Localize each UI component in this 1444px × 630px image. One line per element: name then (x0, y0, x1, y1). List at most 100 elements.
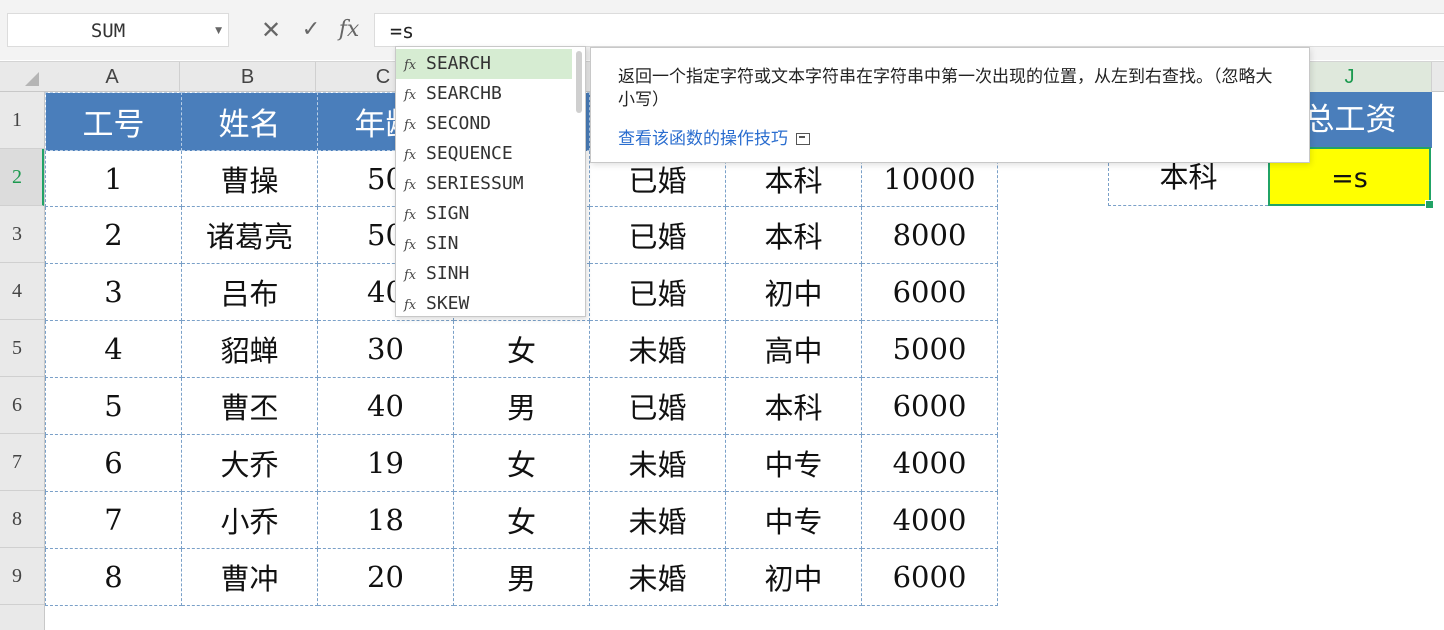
chevron-down-icon[interactable]: ▼ (215, 14, 222, 48)
row-header-2[interactable]: 2 (0, 149, 44, 206)
cell[interactable]: 3 (45, 263, 182, 321)
cell[interactable]: 18 (317, 491, 454, 549)
autocomplete-item[interactable]: fx SERIESSUM (396, 169, 572, 199)
row-header-4[interactable]: 4 (0, 263, 44, 320)
cell[interactable]: 曹冲 (181, 548, 318, 606)
function-icon: fx (404, 298, 417, 313)
table-row: 5 曹丕 40 男 已婚 本科 6000 (45, 377, 998, 435)
cell[interactable]: 6000 (861, 377, 998, 435)
confirm-icon[interactable]: ✓ (298, 14, 324, 46)
name-box-value: SUM (90, 20, 126, 42)
cell[interactable]: 已婚 (589, 206, 726, 264)
cell[interactable]: 大乔 (181, 434, 318, 492)
cell[interactable]: 曹丕 (181, 377, 318, 435)
function-icon: fx (404, 208, 417, 223)
cell[interactable]: 女 (453, 320, 590, 378)
autocomplete-item[interactable]: fx SECOND (396, 109, 572, 139)
cell[interactable]: 19 (317, 434, 454, 492)
autocomplete-item-label: SEARCHB (426, 83, 502, 104)
formula-input[interactable]: =s (374, 13, 1444, 47)
autocomplete-item-label: SEARCH (426, 53, 492, 74)
autocomplete-item-label: SEQUENCE (426, 143, 513, 164)
cell[interactable]: 6000 (861, 263, 998, 321)
cell[interactable]: 已婚 (589, 263, 726, 321)
cell[interactable]: 高中 (725, 320, 862, 378)
cell[interactable]: 初中 (725, 548, 862, 606)
function-icon: fx (404, 238, 417, 253)
autocomplete-item[interactable]: fx SIGN (396, 199, 572, 229)
cell[interactable]: 8000 (861, 206, 998, 264)
cell[interactable]: 中专 (725, 434, 862, 492)
active-cell-value: =s (1331, 163, 1368, 194)
autocomplete-item[interactable]: fx SEARCH (396, 49, 572, 79)
name-box[interactable]: SUM ▼ (7, 13, 229, 47)
cell[interactable]: 貂蝉 (181, 320, 318, 378)
autocomplete-item-label: SIN (426, 233, 459, 254)
cell[interactable]: 5 (45, 377, 182, 435)
cell[interactable]: 4000 (861, 434, 998, 492)
formula-input-value: =s (390, 19, 415, 43)
header-cell[interactable]: 工号 (45, 92, 182, 151)
cell[interactable]: 未婚 (589, 491, 726, 549)
cell[interactable]: 初中 (725, 263, 862, 321)
cell[interactable]: 5000 (861, 320, 998, 378)
function-tips-link-label: 查看该函数的操作技巧 (618, 129, 788, 149)
table-row: 7 小乔 18 女 未婚 中专 4000 (45, 491, 998, 549)
cell[interactable]: 曹操 (181, 150, 318, 207)
cell[interactable]: 未婚 (589, 548, 726, 606)
function-icon: fx (404, 118, 417, 133)
row-header-7[interactable]: 7 (0, 434, 44, 491)
select-all-button[interactable] (0, 62, 45, 92)
cell[interactable]: 诸葛亮 (181, 206, 318, 264)
cell[interactable]: 男 (453, 377, 590, 435)
function-icon: fx (404, 58, 417, 73)
cell[interactable]: 女 (453, 434, 590, 492)
autocomplete-item-label: SECOND (426, 113, 492, 134)
insert-function-icon[interactable]: fx (334, 14, 364, 46)
autocomplete-item[interactable]: fx SEQUENCE (396, 139, 572, 169)
cell[interactable]: 8 (45, 548, 182, 606)
row-header-6[interactable]: 6 (0, 377, 44, 434)
row-header-3[interactable]: 3 (0, 206, 44, 263)
column-header-a[interactable]: A (45, 62, 180, 92)
row-header-8[interactable]: 8 (0, 491, 44, 548)
cell[interactable]: 本科 (725, 206, 862, 264)
header-cell[interactable]: 姓名 (181, 92, 318, 151)
function-autocomplete-list: fx SEARCH fx SEARCHB fx SECOND fx SEQUENCE f… (395, 46, 586, 317)
autocomplete-item[interactable]: fx SEARCHB (396, 79, 572, 109)
cell[interactable]: 30 (317, 320, 454, 378)
cell[interactable]: 女 (453, 491, 590, 549)
cell[interactable]: 6000 (861, 548, 998, 606)
cell[interactable]: 小乔 (181, 491, 318, 549)
autocomplete-item[interactable]: fx SIN (396, 229, 572, 259)
cell[interactable]: 4 (45, 320, 182, 378)
cell[interactable]: 4000 (861, 491, 998, 549)
column-header-b[interactable]: B (180, 62, 316, 92)
cell[interactable]: 未婚 (589, 434, 726, 492)
autocomplete-item-label: SIGN (426, 203, 470, 224)
autocomplete-item[interactable]: fx SINH (396, 259, 572, 289)
function-tooltip: 返回一个指定字符或文本字符串在字符串中第一次出现的位置，从左到右查找。（忽略大小… (590, 47, 1310, 163)
cell[interactable]: 中专 (725, 491, 862, 549)
cell[interactable]: 男 (453, 548, 590, 606)
cell[interactable]: 未婚 (589, 320, 726, 378)
autocomplete-scrollbar[interactable] (576, 51, 582, 113)
cell[interactable]: 2 (45, 206, 182, 264)
cell[interactable]: 已婚 (589, 377, 726, 435)
cell[interactable]: 1 (45, 150, 182, 207)
cell[interactable]: 吕布 (181, 263, 318, 321)
row-header-1[interactable]: 1 (0, 92, 44, 149)
cell[interactable]: 20 (317, 548, 454, 606)
fill-handle[interactable] (1425, 200, 1434, 209)
function-tips-link[interactable]: 查看该函数的操作技巧 (618, 124, 810, 149)
row-header-9[interactable]: 9 (0, 548, 44, 605)
autocomplete-item-label: SINH (426, 263, 470, 284)
function-icon: fx (404, 178, 417, 193)
cell[interactable]: 6 (45, 434, 182, 492)
row-header-5[interactable]: 5 (0, 320, 44, 377)
cell[interactable]: 本科 (725, 377, 862, 435)
cell[interactable]: 40 (317, 377, 454, 435)
cancel-icon[interactable]: ✕ (258, 14, 284, 46)
cell[interactable]: 7 (45, 491, 182, 549)
autocomplete-item[interactable]: fx SKEW (396, 289, 572, 316)
